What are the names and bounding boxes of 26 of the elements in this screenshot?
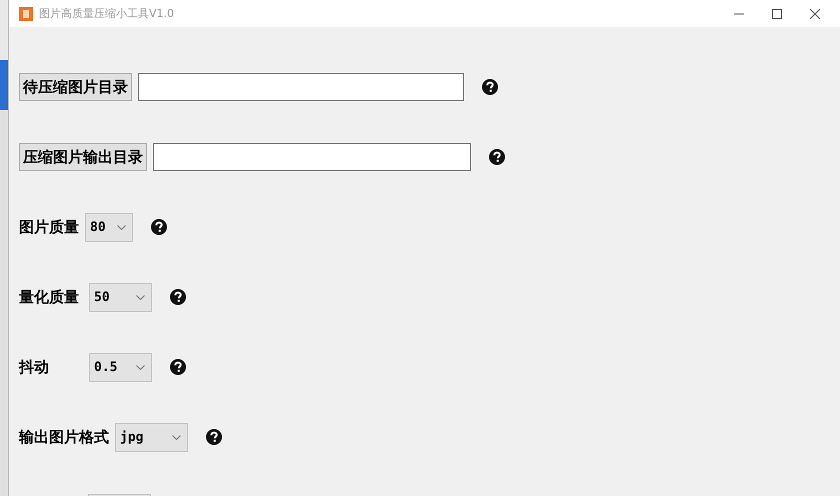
folder-button[interactable]: 压缩图片输出目录: [19, 143, 147, 171]
path-field[interactable]: [153, 143, 471, 171]
chevron-icon: [136, 294, 145, 300]
window-title: 图片高质量压缩小工具V1.0: [39, 6, 174, 21]
path-field[interactable]: [138, 73, 464, 101]
dropdown[interactable]: 80: [85, 212, 133, 242]
field-label: 输出图片格式: [19, 428, 109, 446]
folder-button[interactable]: 待压缩图片目录: [19, 73, 132, 101]
dropdown[interactable]: 0.5: [89, 352, 152, 382]
help-icon[interactable]: [170, 289, 186, 305]
help-icon[interactable]: [482, 79, 498, 95]
dropdown[interactable]: 50: [89, 282, 152, 312]
maximize-icon[interactable]: [772, 8, 782, 18]
help-icon[interactable]: [206, 429, 222, 445]
chevron-icon: [136, 364, 145, 370]
dropdown[interactable]: jpg: [115, 422, 188, 452]
field-label: 图片质量: [19, 218, 79, 236]
app-icon: [19, 6, 33, 20]
help-icon[interactable]: [151, 219, 167, 235]
chevron-icon: [172, 434, 181, 440]
field-label: 抖动: [19, 358, 50, 376]
chevron-icon: [117, 224, 126, 230]
close-icon[interactable]: [810, 8, 820, 18]
field-label: 量化质量: [19, 288, 80, 306]
help-icon[interactable]: [489, 149, 505, 165]
help-icon[interactable]: [170, 359, 186, 375]
